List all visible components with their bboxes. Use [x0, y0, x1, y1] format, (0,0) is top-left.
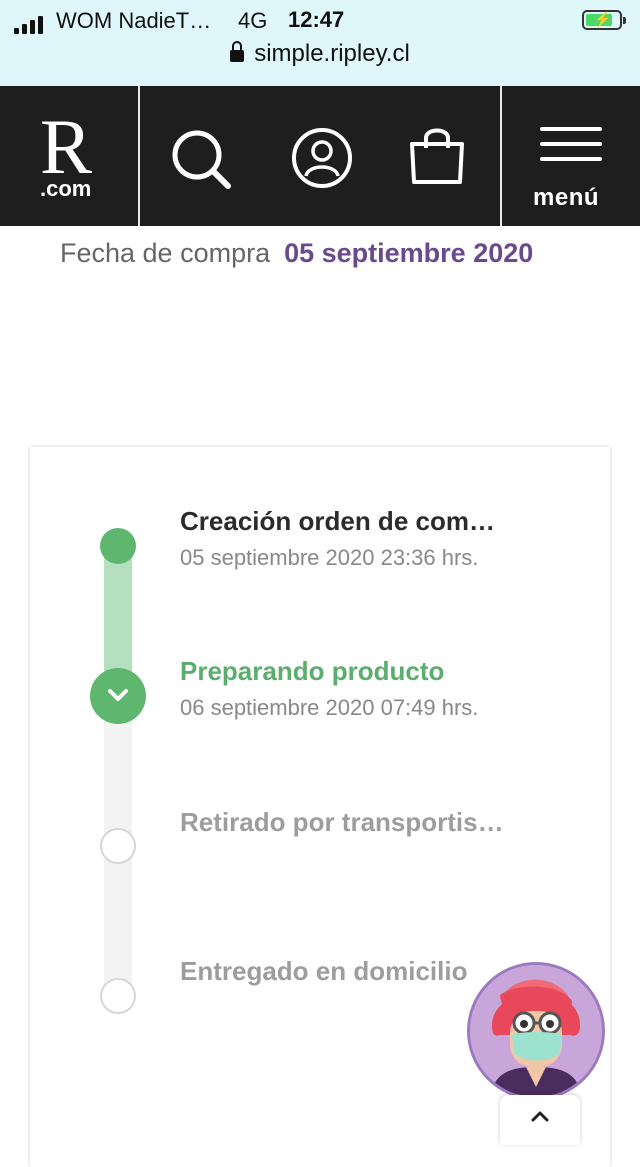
search-button[interactable]	[140, 86, 260, 226]
step-current-marker[interactable]	[90, 668, 146, 724]
purchase-date: Fecha de compra 05 septiembre 2020	[60, 232, 580, 274]
step-date: 06 septiembre 2020 07:49 hrs.	[180, 695, 479, 720]
shopping-bag-icon	[410, 128, 464, 184]
battery-icon: ⚡	[582, 10, 626, 30]
step-pending-marker	[100, 978, 136, 1014]
assistant-avatar-button[interactable]	[467, 962, 605, 1100]
url-text: simple.ripley.cl	[254, 40, 410, 67]
signal-icon	[14, 14, 48, 34]
hamburger-menu-icon	[540, 127, 602, 161]
network-type: 4G	[238, 8, 268, 33]
scroll-to-top-button[interactable]	[500, 1095, 580, 1145]
purchase-date-value: 05 septiembre 2020	[284, 238, 534, 268]
purchase-date-label: Fecha de compra	[60, 238, 271, 268]
ripley-logo[interactable]: R .com	[0, 86, 138, 226]
chevron-up-icon	[531, 1111, 549, 1122]
status-row: WOM NadieT… 4G 12:47 ⚡	[0, 6, 640, 38]
assistant-avatar-icon	[470, 965, 602, 1097]
carrier-name: WOM NadieT…	[56, 8, 212, 33]
logo-suffix: .com	[40, 176, 92, 201]
logo-letter: R	[40, 103, 93, 190]
step-date: 05 septiembre 2020 23:36 hrs.	[180, 545, 479, 570]
clock: 12:47	[288, 7, 345, 32]
browser-status-bar: WOM NadieT… 4G 12:47 ⚡ simple.ripley.cl	[0, 0, 640, 86]
step-completed-marker	[100, 528, 136, 564]
cart-button[interactable]	[382, 86, 500, 226]
menu-label[interactable]: menú	[533, 184, 599, 212]
step-pending-marker	[100, 828, 136, 864]
account-button[interactable]	[262, 86, 382, 226]
step-title: Creación orden de com…	[180, 506, 495, 536]
address-bar[interactable]: simple.ripley.cl	[0, 40, 640, 74]
step-title: Retirado por transportis…	[180, 807, 504, 837]
search-icon	[172, 130, 231, 189]
step-title: Entregado en domicilio	[180, 956, 468, 986]
chevron-down-icon	[108, 689, 128, 701]
site-header: R .com menú	[0, 86, 640, 226]
lock-icon	[230, 41, 245, 62]
user-icon	[292, 128, 352, 188]
step-title: Preparando producto	[180, 656, 445, 686]
